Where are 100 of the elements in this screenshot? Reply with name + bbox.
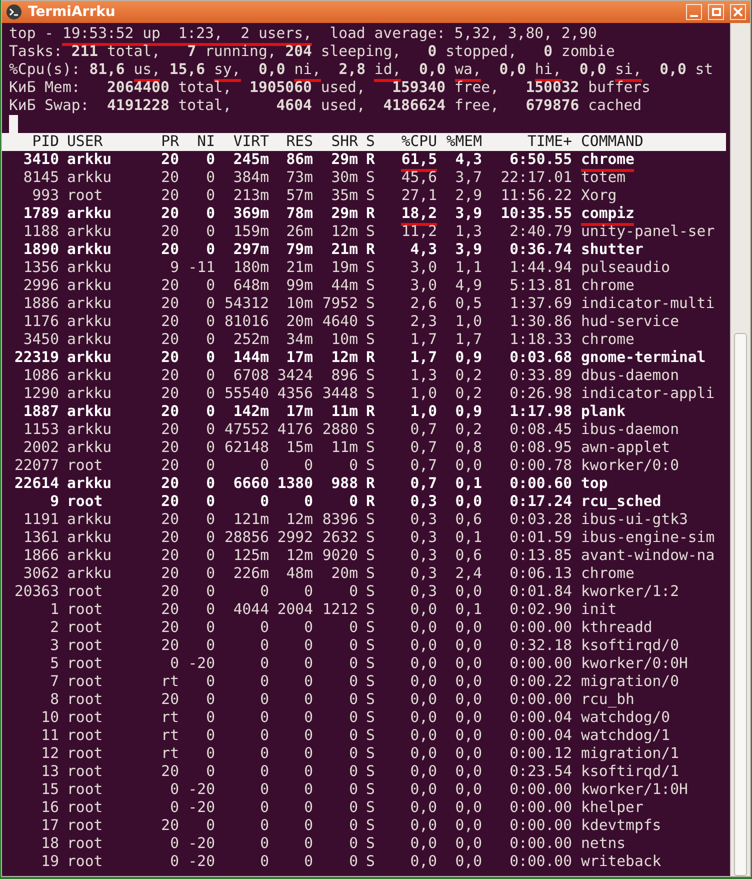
table-cell: plank	[581, 403, 626, 420]
table-cell: 8145	[23, 169, 59, 186]
table-cell: 27,1	[401, 187, 437, 204]
table-cell: 26m	[286, 223, 313, 240]
table-cell: 2,9	[455, 187, 482, 204]
table-cell: arkku	[67, 349, 112, 366]
table-cell: 0	[206, 691, 215, 708]
table-cell: gnome-terminal	[581, 349, 706, 366]
table-cell: 0	[304, 655, 313, 672]
table-cell: 20363	[14, 583, 59, 600]
table-cell: 0,1	[455, 529, 482, 546]
table-cell: 1191	[23, 511, 59, 528]
table-cell: chrome	[581, 277, 634, 294]
table-cell: 22077	[14, 457, 59, 474]
table-cell: 1,0	[410, 385, 437, 402]
table-cell: 0	[349, 835, 358, 852]
table-cell: 9020	[322, 547, 358, 564]
table-cell: 226m	[233, 565, 269, 582]
table-cell: 99m	[286, 277, 313, 294]
table-cell: chrome	[581, 151, 634, 172]
table-cell: 20	[161, 691, 179, 708]
table-cell: S	[366, 457, 375, 474]
table-cell: kworker/0:0	[581, 457, 679, 474]
table-cell: 0:33.89	[510, 367, 572, 384]
table-cell: 369m	[233, 205, 269, 222]
table-cell: 0	[206, 223, 215, 240]
table-cell: 3448	[322, 385, 358, 402]
table-cell: 2,4	[455, 565, 482, 582]
table-cell: 0	[206, 439, 215, 456]
table-cell: 0	[349, 673, 358, 690]
table-cell: 0	[349, 655, 358, 672]
window-title: TermiArrku	[28, 2, 116, 22]
table-cell: 0	[260, 727, 269, 744]
table-cell: arkku	[67, 367, 112, 384]
table-cell: S	[366, 385, 375, 402]
table-cell: 0	[260, 691, 269, 708]
table-cell: 30m	[331, 169, 358, 186]
table-cell: 57m	[286, 187, 313, 204]
table-cell: arkku	[67, 403, 112, 420]
table-cell: 0	[260, 745, 269, 762]
table-cell: 0	[304, 583, 313, 600]
table-cell: 0:23.54	[510, 763, 572, 780]
table-cell: S	[366, 547, 375, 564]
table-cell: 1,0	[410, 403, 437, 420]
table-cell: -20	[188, 655, 215, 672]
table-cell: 0,0	[455, 619, 482, 636]
table-cell: 0,9	[455, 403, 482, 420]
table-cell: 0,9	[455, 349, 482, 366]
table-cell: 0,3	[410, 529, 437, 546]
table-cell: 1361	[23, 529, 59, 546]
table-cell: arkku	[67, 475, 112, 492]
column-header: USER	[66, 133, 104, 151]
column-header: COMMAND	[580, 133, 644, 151]
table-cell: 0,2	[455, 421, 482, 438]
table-cell: 125m	[233, 547, 269, 564]
table-cell: kworker/0:0H	[581, 655, 688, 672]
column-header: RES	[285, 133, 313, 151]
table-cell: 0,0	[455, 817, 482, 834]
table-cell: S	[366, 619, 375, 636]
column-header: TIME+	[526, 133, 572, 151]
table-cell: 0	[260, 583, 269, 600]
table-cell: 0,0	[455, 691, 482, 708]
table-cell: indicator-multi	[581, 295, 715, 312]
table-cell: 0,0	[455, 727, 482, 744]
table-cell: 2	[50, 619, 59, 636]
table-cell: chrome	[581, 565, 634, 582]
table-cell: 2992	[277, 529, 313, 546]
table-cell: -20	[188, 853, 215, 870]
table-cell: 3,0	[410, 259, 437, 276]
table-cell: 0	[349, 619, 358, 636]
table-cell: 0:26.98	[510, 385, 572, 402]
minimize-button[interactable]	[686, 4, 702, 20]
table-cell: 0:17.24	[510, 493, 572, 510]
table-cell: 20	[161, 403, 179, 420]
table-cell: 8	[50, 691, 59, 708]
table-cell: arkku	[67, 241, 112, 258]
table-cell: 0,0	[410, 835, 437, 852]
table-cell: 0	[304, 709, 313, 726]
table-cell: 11,2	[401, 223, 437, 240]
maximize-button[interactable]	[708, 4, 724, 20]
table-cell: 1290	[23, 385, 59, 402]
table-cell: 62148	[224, 439, 269, 456]
table-cell: 0	[206, 619, 215, 636]
table-cell: 0,0	[410, 727, 437, 744]
table-cell: 3	[50, 637, 59, 654]
table-cell: rcu_sched	[581, 493, 662, 510]
table-cell: 1153	[23, 421, 59, 438]
table-cell: 9	[50, 493, 59, 510]
table-cell: R	[366, 241, 375, 258]
table-cell: 11m	[331, 403, 358, 420]
table-cell: 81016	[224, 313, 269, 330]
table-cell: 0,0	[455, 763, 482, 780]
table-cell: 20	[161, 313, 179, 330]
table-cell: 10m	[331, 331, 358, 348]
table-cell: 7952	[322, 295, 358, 312]
table-cell: 17	[41, 817, 59, 834]
table-cell: 0	[206, 547, 215, 564]
table-cell: 1890	[23, 241, 59, 258]
table-cell: 0	[206, 151, 215, 168]
close-button[interactable]	[730, 4, 746, 20]
